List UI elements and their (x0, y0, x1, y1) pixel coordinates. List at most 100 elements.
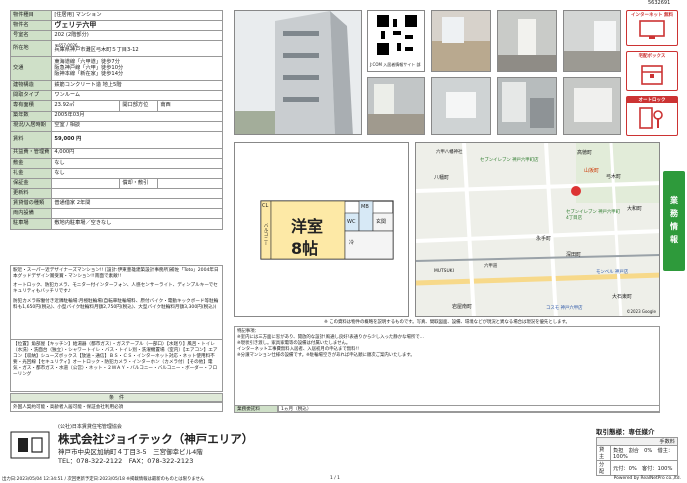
built-value: 2005年03月 (51, 110, 223, 122)
interior-photo-2 (497, 10, 557, 72)
map-label-seven-1: セブンイレブン 神戸六甲町店 (480, 158, 539, 163)
map-disclaimer: ※ この資料は物件の概略を説明するものです。写真、間取図面、設備、環境などが現況… (324, 320, 570, 325)
company-block: (公社)日本賃貸住宅管理協会 株式会社ジョイテック（神戸エリア） 神戸市中央区加… (10, 423, 580, 473)
building-image (235, 11, 361, 134)
window-value: 南西 (157, 100, 223, 112)
interior-photo-7 (563, 77, 621, 135)
amort-label: 償却・敷引 (119, 178, 159, 190)
company-name: 株式会社ジョイテック（神戸エリア） (58, 432, 254, 446)
structure-label: 建物構造 (9, 80, 53, 92)
floorplan-label-cl: CL (262, 203, 269, 209)
lease-label: 賃貸借の種類 (9, 198, 53, 210)
fee-party-1: 貸主 (596, 445, 611, 461)
spec-table: 物件種目 [住居用] マンション 物件名 ヴェリテ六甲 号室名 202 (2階部分) … (9, 9, 223, 230)
plan-value: ワンルーム (51, 90, 223, 102)
conditions-header: 条 件 (10, 393, 223, 402)
interior-image (574, 88, 612, 122)
note-1: 駅近・スーパー近デザイナーズマンション!! [設計:伊東豊雄建築設計事務所]補佐… (13, 268, 219, 279)
business-info-tab[interactable]: 業 務 情 報 (663, 171, 685, 271)
built-label: 築年数 (9, 110, 53, 122)
map-label-montbell: モンベル 神戸店 (596, 270, 629, 275)
parking-label: 駐車場 (9, 218, 53, 230)
floorplan: 洋室 8帖 CL バルコニー WC MB 玄関 冷 (234, 142, 409, 317)
traffic-line-3: 阪神本線「新在家」徒歩14分 (54, 70, 124, 77)
map-label-yumiki: 弓木町 (606, 174, 622, 180)
map-copyright: ©2023 Google (626, 309, 656, 314)
key-money-label: 礼金 (9, 167, 53, 180)
type-label: 物件種目 (9, 9, 53, 22)
facilities-text: 【位置】角部屋【キッチン】給湯器（都市ガス）・ガステーブル（一部口）【水廻り】風… (13, 342, 218, 377)
tab-char-1: 業 (670, 196, 678, 206)
map-label-shrine: 六甲八幡神社 (436, 150, 463, 155)
map-label-mutsuki: MUTSUKI (434, 269, 454, 274)
deposit-value: なし (51, 157, 223, 169)
map-label-iwayaminami: 岩屋南町 (452, 304, 473, 310)
footer-page: 1 / 1 (330, 476, 340, 481)
tab-char-4: 報 (670, 234, 678, 244)
mgmt-value: 4,000円 (51, 147, 223, 159)
address-label: 所在地 (9, 40, 53, 58)
rent-value: 59,000 円 (51, 130, 223, 149)
remark-4: ※分譲マンション仕様の設備です。※駐輪場空きがあれば申込順に順次ご案内いたします… (237, 352, 415, 358)
interior-photo-3 (563, 10, 621, 72)
floorplan-label-fridge: 冷 (349, 240, 355, 246)
interior-image (432, 17, 490, 71)
structure-value: 鉄筋コンクリート造 地上5階 (51, 80, 223, 92)
note-3: 防犯カメラ稼働付き近隣駐輪場:月極駐輪場(自転車駐輪場料、原付バイク・電動キック… (13, 298, 219, 310)
fee-row-label: 業務委託料 (234, 405, 278, 413)
lease-value: 普通借家 2年間 (51, 198, 223, 210)
interior-image (502, 82, 554, 128)
delivery-box-badge: 宅配ボックス (626, 51, 678, 91)
package-icon (641, 65, 663, 85)
qr-caption: J:COM 入居者情報サイト 部 (370, 62, 421, 67)
delivery-box-label: 宅配ボックス (638, 54, 666, 59)
map-label-yamasaka: 山坂町 (584, 168, 600, 174)
deposit-label: 敷金 (9, 157, 53, 169)
location-map[interactable]: 高徳町 山坂町 八幡町 弓木町 大和町 永手町 深田町 大石東町 岩屋南町 セブ… (415, 142, 660, 317)
remarks-box: 特記事項： ※室内には三方面に窓があり、開放的な設計!風通し良好!表通りから少し… (234, 326, 660, 412)
window-label: 開口部方位 (119, 100, 159, 112)
trade-terms: 取引態様：専任媒介 手数料 貸主 負担 割合 0% 借主：100% 分配 元付：0%… (596, 426, 678, 476)
tab-char-2: 務 (670, 209, 678, 219)
floorplan-room-title: 洋室 (291, 217, 324, 236)
interior-image (368, 84, 424, 134)
amort-value (157, 178, 223, 190)
room-label: 号室名 (9, 30, 53, 42)
autolock-label: オートロック (627, 97, 677, 103)
map-label-nagate: 永手町 (536, 236, 552, 242)
room-equip-value (51, 208, 223, 220)
address-value: 兵庫県神戸市灘区弓木町５丁目3-12 (54, 47, 139, 54)
type-value: [住居用] マンション (51, 9, 223, 22)
renewal-label: 更新料 (9, 188, 53, 200)
interior-image (564, 21, 620, 71)
conditions-text: 外国人契約可能・高齢者入居可能・保証会社利用必須 (10, 402, 223, 412)
fee-header: 手数料 (596, 437, 678, 446)
room-value: 202 (2階部分) (51, 30, 223, 42)
fee-party-2: 分配 (596, 460, 611, 476)
note-2: オートロック、防犯カメラ、モニター付インターフォン、人感センサーライト、ディンプ… (13, 283, 218, 295)
footer-timestamp: 出力日:2023/05/04 12:34:51 / 次回更新予定日:2023/0… (2, 477, 205, 482)
map-label-fukada: 深田町 (566, 252, 582, 258)
key-money-value: なし (51, 167, 223, 180)
parking-value: 敷地内駐車場／空きなし (51, 218, 223, 230)
company-assoc: (公社)日本賃貸住宅管理協会 (58, 424, 122, 430)
map-label-seven-2: セブンイレブン 神戸六甲町4丁目店 (566, 210, 621, 221)
map-label-rokkomichi: 六甲道 (484, 264, 498, 269)
autolock-badge: オートロック (626, 96, 678, 136)
map-label-takatoku: 高徳町 (577, 150, 593, 156)
move-value: 空室 / 相談 (51, 120, 223, 132)
fee-row: 業務委託料 1ヵ月（税込） (234, 405, 660, 413)
mgmt-label: 共益費・管理費 (9, 147, 53, 159)
guarantee-value (51, 178, 121, 190)
area-label: 専有面積 (9, 100, 53, 112)
tab-char-3: 情 (670, 222, 678, 231)
plan-label: 間取タイプ (9, 90, 53, 102)
reference-number: 5632691 (648, 0, 671, 6)
interior-image (446, 92, 476, 118)
internet-free-label: インターネット 無料 (630, 13, 674, 18)
interior-photo-1 (431, 10, 491, 72)
interior-image (498, 19, 556, 71)
traffic-label: 交通 (9, 56, 53, 82)
interior-photo-5 (431, 77, 491, 135)
interior-photo-6 (497, 77, 557, 135)
